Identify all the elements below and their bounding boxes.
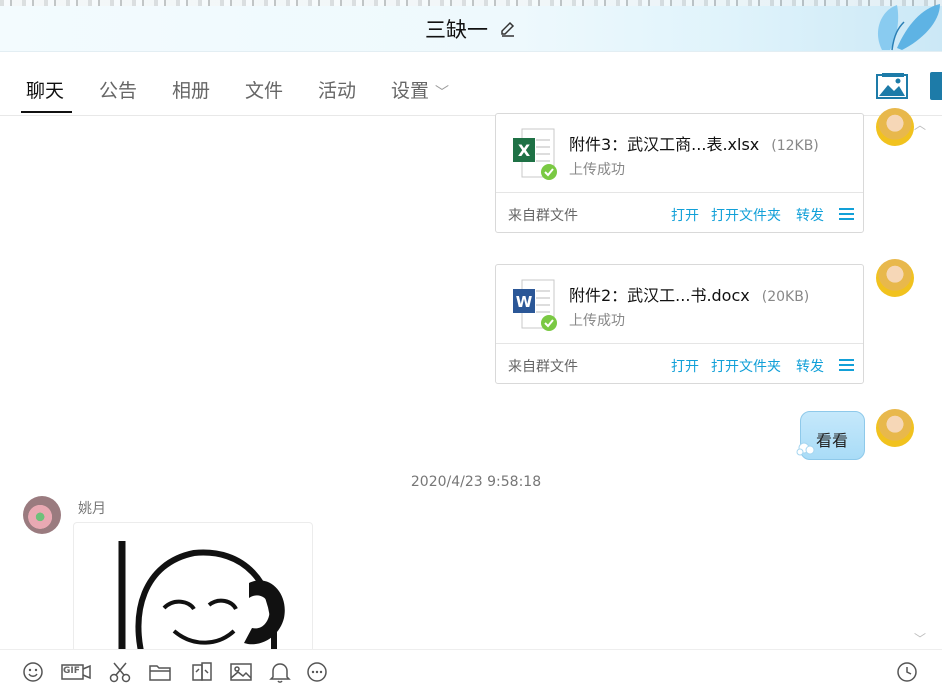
tab-announcement[interactable]: 公告: [99, 76, 137, 103]
tab-settings-label: 设置: [391, 80, 430, 102]
file-name[interactable]: 附件3：武汉工商...表.xlsx (12KB): [569, 131, 819, 155]
transfer-icon[interactable]: [190, 660, 214, 684]
avatar[interactable]: [876, 259, 914, 297]
input-toolbar: GIF: [0, 649, 942, 685]
bell-icon[interactable]: [268, 660, 292, 684]
active-tab-indicator: [21, 111, 72, 113]
file-name[interactable]: 附件2：武汉工...书.docx (20KB): [569, 282, 809, 306]
file-message-card[interactable]: X 附件3：武汉工商...表.xlsx (12KB) 上传成功 来自群文件 打开 …: [495, 113, 864, 233]
excel-file-icon: X: [513, 128, 557, 180]
open-link[interactable]: 打开: [671, 356, 699, 376]
file-message-card[interactable]: W 附件2：武汉工...书.docx (20KB) 上传成功 来自群文件 打开 打…: [495, 264, 864, 384]
file-source: 来自群文件: [508, 208, 578, 224]
gif-icon[interactable]: GIF: [61, 660, 91, 684]
tab-bar: 聊天 公告 相册 文件 活动 设置 ﹀: [0, 52, 942, 116]
bubble-cloud-decoration: [796, 442, 815, 456]
folder-icon[interactable]: [148, 660, 172, 684]
open-link[interactable]: 打开: [671, 205, 699, 225]
forward-link[interactable]: 转发: [796, 356, 824, 376]
album-icon[interactable]: [876, 72, 908, 100]
title-wrap: 三缺一: [0, 14, 942, 44]
svg-text:W: W: [516, 293, 533, 311]
svg-text:X: X: [518, 141, 531, 160]
more-icon[interactable]: [305, 660, 329, 684]
tab-chat[interactable]: 聊天: [26, 76, 64, 103]
gif-label: GIF: [63, 666, 80, 676]
group-title: 三缺一: [424, 18, 488, 42]
avatar[interactable]: [876, 108, 914, 146]
word-file-icon: W: [513, 279, 557, 331]
title-bar: 三缺一: [0, 0, 942, 52]
upload-status: 上传成功: [569, 313, 625, 329]
history-icon[interactable]: [895, 660, 919, 684]
file-actions: 来自群文件 打开 打开文件夹 转发: [496, 192, 863, 232]
sender-name[interactable]: 姚月: [78, 498, 106, 518]
file-info: W 附件2：武汉工...书.docx (20KB) 上传成功: [496, 265, 863, 343]
forward-link[interactable]: 转发: [796, 205, 824, 225]
emoji-icon[interactable]: [21, 660, 45, 684]
open-folder-link[interactable]: 打开文件夹: [711, 205, 781, 225]
message-timestamp: 2020/4/23 9:58:18: [410, 474, 542, 490]
tab-files[interactable]: 文件: [245, 76, 283, 103]
file-name-text: 附件2：武汉工...书.docx: [569, 286, 750, 305]
file-source: 来自群文件: [508, 359, 578, 375]
file-size: (12KB): [771, 138, 819, 154]
menu-icon[interactable]: [839, 208, 854, 220]
meme-face-icon: [118, 541, 285, 661]
message-text: 看看: [816, 431, 849, 450]
avatar[interactable]: [876, 409, 914, 447]
tab-album[interactable]: 相册: [172, 76, 210, 103]
upload-status: 上传成功: [569, 162, 625, 178]
sticker-image[interactable]: [73, 522, 313, 662]
chevron-down-icon: ﹀: [435, 85, 450, 101]
scissors-icon[interactable]: [108, 660, 132, 684]
edit-icon[interactable]: [499, 20, 517, 38]
open-folder-link[interactable]: 打开文件夹: [711, 356, 781, 376]
file-actions: 来自群文件 打开 打开文件夹 转发: [496, 343, 863, 383]
menu-icon[interactable]: [839, 359, 854, 371]
file-size: (20KB): [761, 289, 810, 305]
tab-settings[interactable]: 设置 ﹀: [391, 76, 449, 103]
file-info: X 附件3：武汉工商...表.xlsx (12KB) 上传成功: [496, 114, 863, 192]
file-name-text: 附件3：武汉工商...表.xlsx: [569, 135, 760, 154]
background-window-strip: [0, 0, 942, 6]
side-panel-icon[interactable]: [930, 72, 942, 100]
butterfly-decoration-icon: [877, 4, 940, 51]
image-icon[interactable]: [229, 660, 253, 684]
tab-activity[interactable]: 活动: [318, 76, 356, 103]
scroll-up-icon[interactable]: ︿: [914, 116, 926, 133]
scroll-down-icon[interactable]: ﹀: [914, 630, 926, 647]
avatar[interactable]: [23, 496, 61, 534]
